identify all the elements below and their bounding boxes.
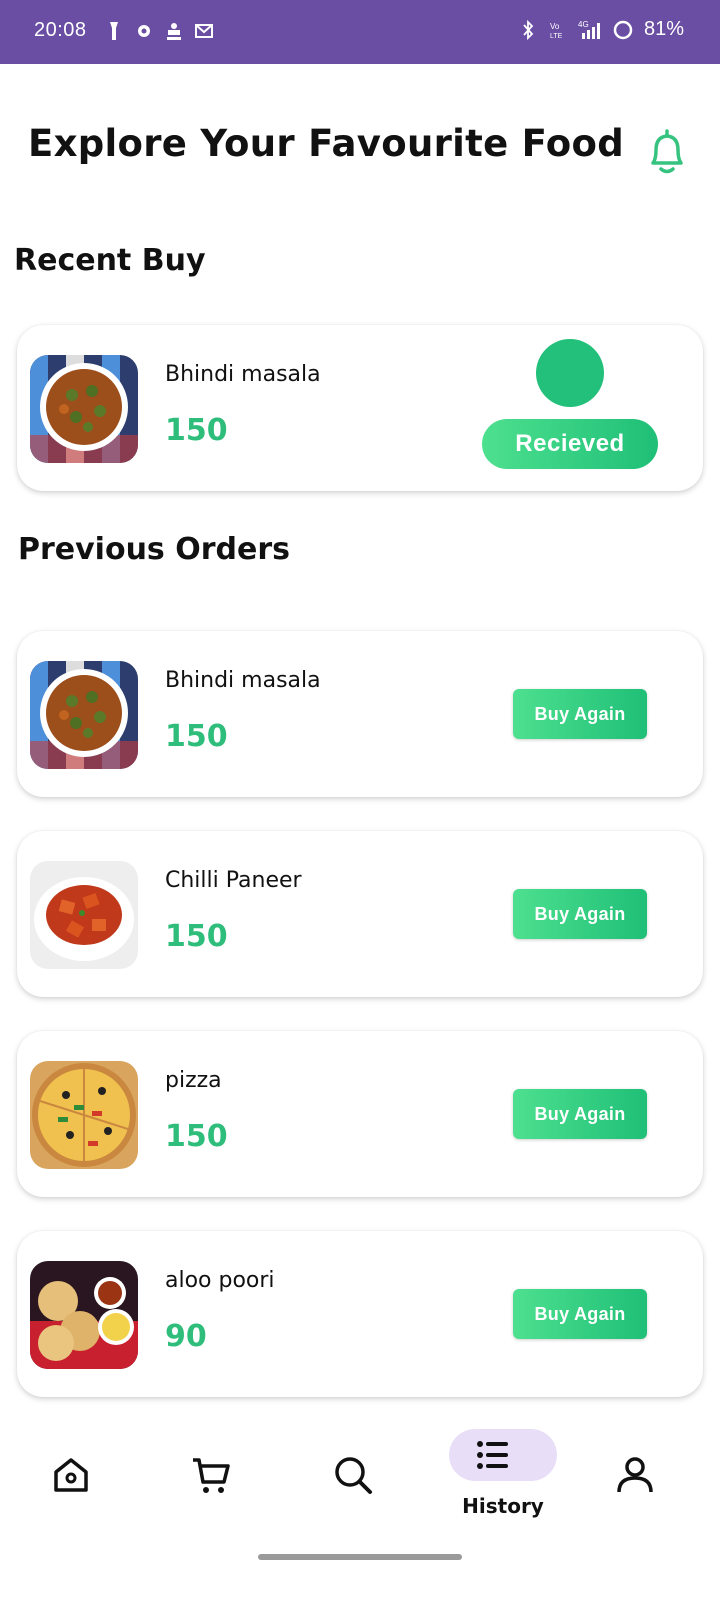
bhindi-masala-photo — [30, 355, 138, 463]
order-card[interactable]: Bhindi masala 150 Buy Again — [17, 631, 703, 797]
svg-text:4G: 4G — [578, 20, 589, 29]
gesture-home-bar[interactable] — [258, 1554, 462, 1560]
order-item-price: 150 — [165, 919, 228, 954]
recent-item-price: 150 — [165, 413, 228, 448]
order-item-price: 150 — [165, 719, 228, 754]
recent-buy-title: Recent Buy — [14, 243, 206, 278]
torch-icon — [110, 22, 118, 40]
buy-again-button[interactable]: Buy Again — [513, 889, 647, 939]
order-item-price: 150 — [165, 1119, 228, 1154]
chilli-paneer-photo — [30, 861, 138, 969]
received-button[interactable]: Recieved — [482, 419, 658, 469]
bell-icon[interactable] — [642, 126, 692, 178]
order-item-price: 90 — [165, 1319, 207, 1354]
recent-buy-card[interactable]: Bhindi masala 150 Recieved — [17, 325, 703, 491]
gmail-icon — [195, 24, 213, 38]
cart-icon[interactable] — [190, 1454, 232, 1496]
home-icon[interactable] — [50, 1454, 92, 1496]
order-card[interactable]: Chilli Paneer 150 Buy Again — [17, 831, 703, 997]
svg-text:LTE: LTE — [550, 33, 563, 40]
pizza-photo — [30, 1061, 138, 1169]
app-notification-icon — [167, 23, 181, 40]
order-item-name: Chilli Paneer — [165, 868, 302, 893]
volte-icon: Vo LTE — [550, 22, 563, 40]
order-card[interactable]: aloo poori 90 Buy Again — [17, 1231, 703, 1397]
svg-text:Vo: Vo — [550, 22, 560, 31]
order-card[interactable]: pizza 150 Buy Again — [17, 1031, 703, 1197]
order-item-name: Bhindi masala — [165, 668, 321, 693]
signal-4g-icon: 4G — [578, 20, 600, 39]
bluetooth-icon — [523, 19, 534, 40]
status-time: 20:08 — [34, 19, 87, 41]
search-icon[interactable] — [332, 1454, 374, 1496]
history-label[interactable]: History — [458, 1494, 548, 1518]
page-title: Explore Your Favourite Food — [28, 122, 624, 165]
battery-percent: 81% — [643, 18, 684, 40]
bhindi-masala-photo — [30, 661, 138, 769]
buy-again-button[interactable]: Buy Again — [513, 1289, 647, 1339]
previous-orders-title: Previous Orders — [18, 532, 291, 567]
status-indicator-dot — [536, 339, 604, 407]
bottom-navigation: History — [0, 1410, 720, 1570]
recent-item-name: Bhindi masala — [165, 362, 321, 387]
status-right-icons: Vo LTE 4G 81% — [518, 18, 684, 41]
profile-icon[interactable] — [614, 1454, 656, 1496]
status-bar: 20:08 Vo LTE 4G 81% — [0, 0, 720, 64]
order-item-name: aloo poori — [165, 1268, 275, 1293]
vpn-icon — [138, 25, 150, 37]
history-list-icon[interactable] — [472, 1434, 514, 1476]
buy-again-button[interactable]: Buy Again — [513, 1089, 647, 1139]
status-left-icons — [104, 20, 214, 42]
buy-again-button[interactable]: Buy Again — [513, 689, 647, 739]
battery-ring-icon — [613, 20, 633, 39]
aloo-poori-photo — [30, 1261, 138, 1369]
order-item-name: pizza — [165, 1068, 222, 1093]
